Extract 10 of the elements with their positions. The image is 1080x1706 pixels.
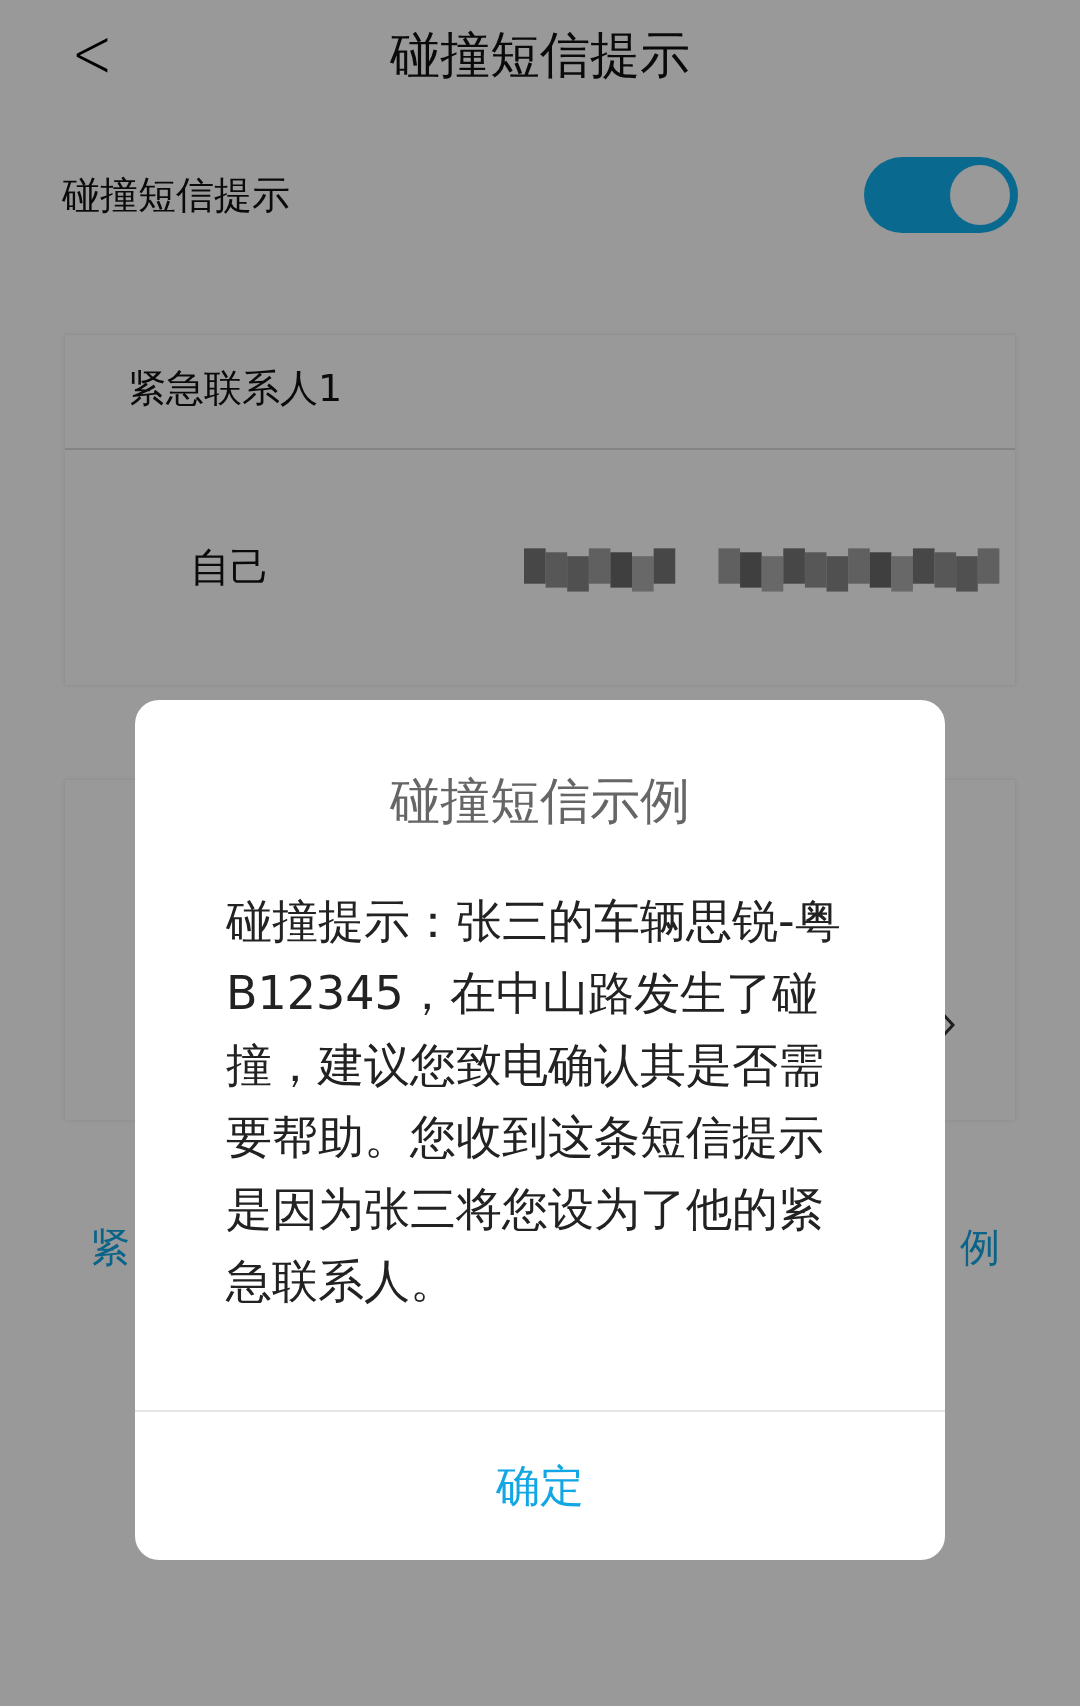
link[interactable]: 紧 — [90, 1220, 130, 1275]
setting-label: 碰撞短信提示 — [62, 171, 290, 219]
card-title: 紧急联系人1 — [65, 335, 1015, 450]
back-button[interactable]: < — [71, 18, 113, 88]
dialog-message: 碰撞提示：张三的车辆思锐-粤B12345，在中山路发生了碰撞，建议您致电确认其是否需要帮助。您收到这条短信提示是因为张三将您设为了他的紧急联系人。 — [226, 893, 842, 1310]
dialog-title: 碰撞短信示例 — [389, 771, 691, 832]
confirm-button[interactable]: 确定 — [135, 1410, 945, 1560]
contact-name: 自己 — [190, 543, 271, 592]
link[interactable]: 例 — [960, 1220, 1000, 1275]
page-title: 碰撞短信提示 — [390, 24, 690, 86]
